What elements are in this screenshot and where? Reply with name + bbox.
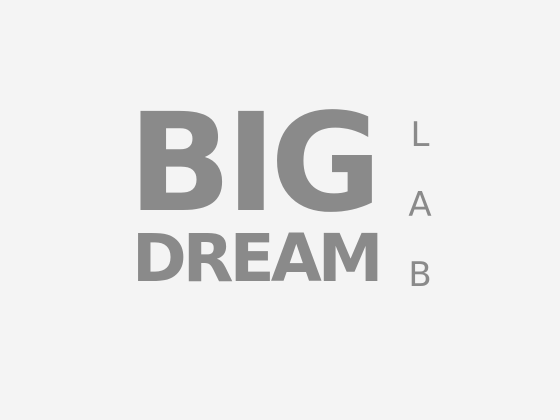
logo-big-text: BIG [128,85,382,243]
logo-dream-text: DREAM [132,220,383,297]
page: BIG DREAM L A B [0,0,560,420]
logo-lab-letter-a: A [408,185,432,225]
big-dream-lab-logo: BIG DREAM L A B [0,0,560,420]
logo-lab-letter-b: B [408,255,432,295]
logo-lab-letters: L A B [400,110,440,300]
logo-lab-letter-l: L [410,115,430,155]
